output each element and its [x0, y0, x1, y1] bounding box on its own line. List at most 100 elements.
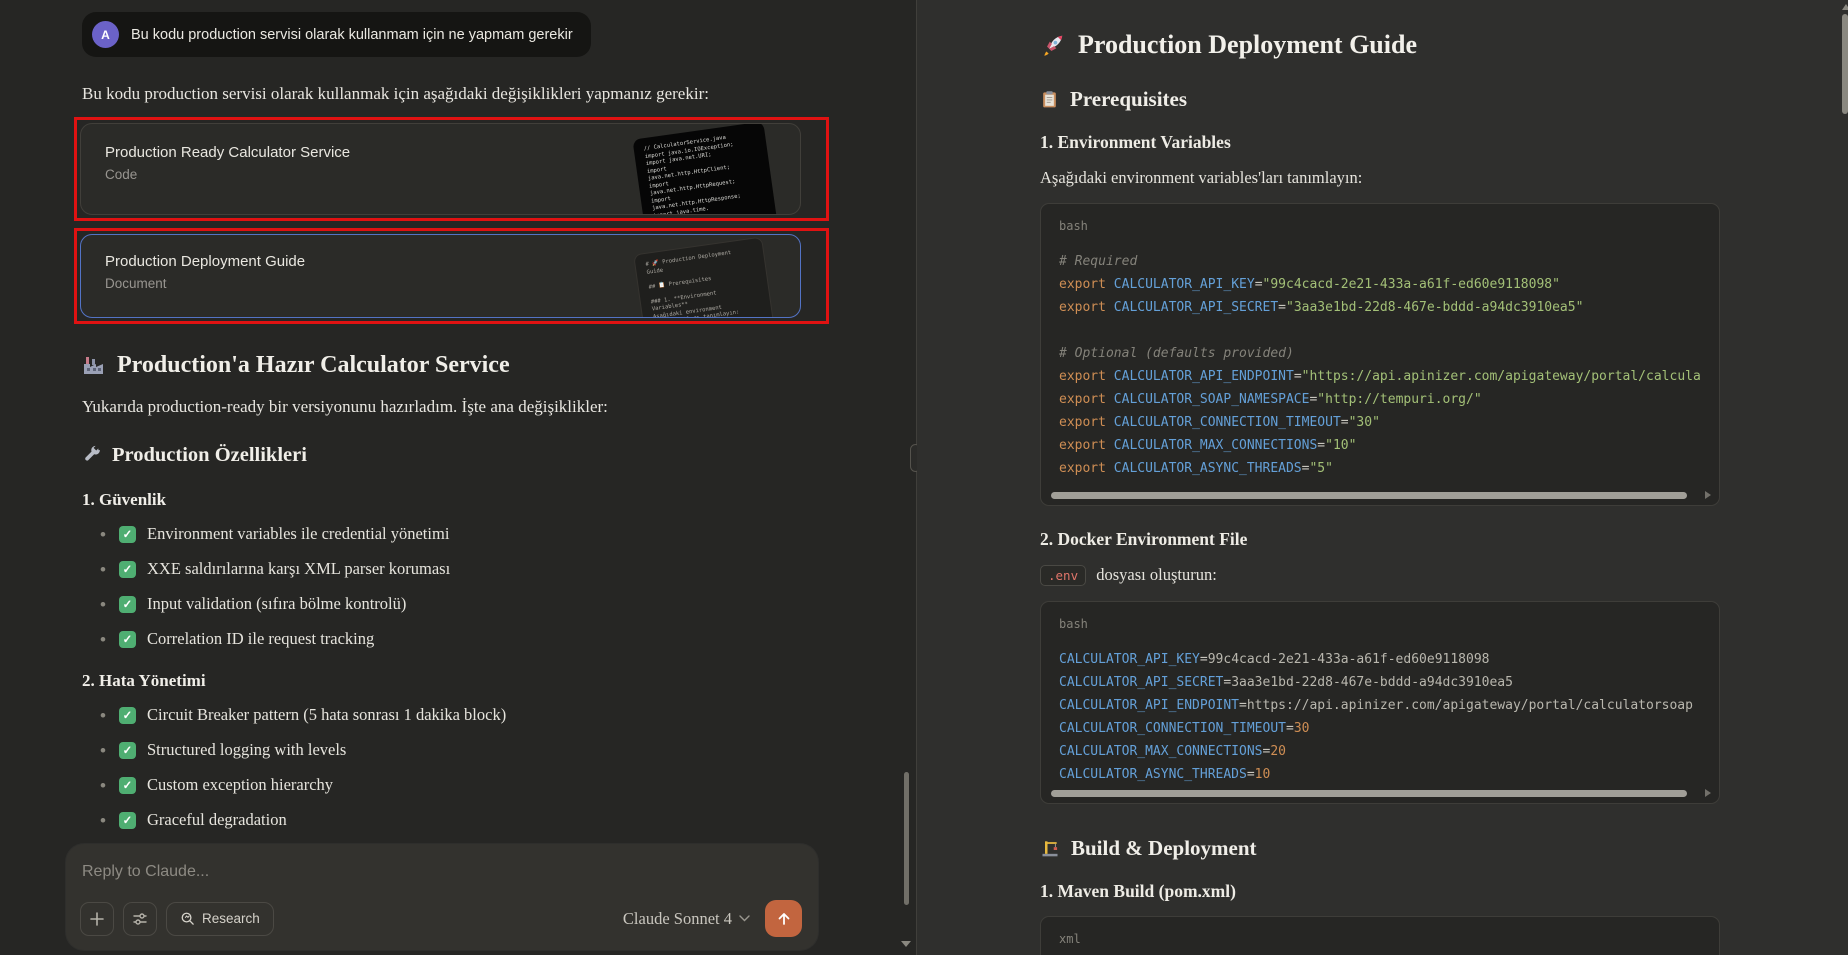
user-message-bubble: A Bu kodu production servisi olarak kull…	[82, 12, 591, 57]
check-icon: ✓	[119, 707, 136, 724]
feature-list-item: • ✓ XXE saldırılarına karşı XML parser kor…	[100, 559, 834, 579]
feature-item-text: XXE saldırılarına karşı XML parser korum…	[147, 559, 450, 579]
artifact-card-document[interactable]: Production Deployment Guide Document # 🚀…	[80, 234, 801, 318]
response-paragraph: Yukarıda production-ready bir versiyonun…	[82, 394, 834, 420]
check-icon: ✓	[119, 596, 136, 613]
chevron-down-icon	[739, 915, 750, 922]
code-language-label: bash	[1059, 617, 1701, 631]
artifact-scrollbar-thumb[interactable]	[1842, 14, 1848, 114]
feature-list-item: •✓Correlation ID ile request tracking	[100, 629, 834, 649]
check-icon: ✓	[119, 742, 136, 759]
bullet-dot: •	[100, 561, 108, 578]
send-button[interactable]	[765, 900, 802, 937]
sliders-icon	[132, 911, 148, 927]
clipboard-icon	[1040, 90, 1059, 109]
artifact-card-code[interactable]: Production Ready Calculator Service Code…	[80, 123, 801, 215]
feature-section-heading: 1. Güvenlik	[82, 488, 834, 512]
env-file-inline-code: .env	[1040, 565, 1086, 586]
build-deployment-heading: Build & Deployment	[1040, 834, 1720, 862]
check-icon: ✓	[119, 812, 136, 829]
code-hscrollbar-thumb[interactable]	[1051, 790, 1687, 797]
annotation-box-code-card: Production Ready Calculator Service Code…	[74, 117, 829, 221]
feature-list-item: • ✓ Graceful degradation	[100, 810, 834, 830]
check-icon: ✓	[119, 526, 136, 543]
model-selector-label: Claude Sonnet 4	[623, 909, 732, 929]
features-heading: Production Özellikleri	[82, 442, 834, 468]
code-language-label: bash	[1059, 219, 1701, 233]
code-content: # Required export CALCULATOR_API_KEY="99…	[1059, 250, 1701, 480]
assistant-intro-text: Bu kodu production servisi olarak kullan…	[82, 84, 834, 104]
feature-item-text: Circuit Breaker pattern (5 hata sonrası …	[147, 705, 506, 725]
user-avatar: A	[92, 21, 119, 48]
check-icon: ✓	[119, 777, 136, 794]
maven-build-heading: 1. Maven Build (pom.xml)	[1040, 879, 1720, 903]
features-heading-text: Production Özellikleri	[112, 442, 307, 468]
factory-icon	[82, 353, 106, 377]
code-thumbnail: // CalculatorService.javaimport java.io.…	[632, 123, 779, 215]
env-variables-heading: 1. Environment Variables	[1040, 130, 1720, 154]
bullet-dot: •	[100, 707, 108, 724]
feature-list-item: • ✓ Input validation (sıfıra bölme kontrol…	[100, 594, 834, 614]
bullet-dot: •	[100, 812, 108, 829]
bullet-dot: •	[100, 777, 108, 794]
research-button[interactable]: Research	[166, 902, 274, 936]
artifact-scrollbar-up-arrow-icon[interactable]	[1842, 4, 1848, 10]
feature-list: • ✓ Circuit Breaker pattern (5 hata sonras…	[74, 705, 834, 830]
feature-section-heading: 2. Hata Yönetimi	[82, 669, 834, 693]
plus-icon	[89, 911, 105, 927]
feature-item-text: Environment variables ile credential yön…	[147, 524, 449, 544]
research-magnifier-icon	[180, 911, 195, 926]
artifact-title: Production Deployment Guide	[1040, 28, 1720, 62]
chat-scrollbar-down-arrow-icon[interactable]	[901, 941, 911, 947]
check-icon: ✓	[119, 561, 136, 578]
env-variables-paragraph: Aşağıdaki environment variables'ları tan…	[1040, 166, 1720, 190]
code-language-label: xml	[1059, 932, 1701, 946]
docker-env-paragraph: .env dosyası oluşturun:	[1040, 563, 1720, 588]
feature-item-text: Custom exception hierarchy	[147, 775, 333, 795]
artifact-title-text: Production Deployment Guide	[1078, 28, 1417, 62]
code-block-env-file: bash CALCULATOR_API_KEY=99c4cacd-2e21-43…	[1040, 601, 1720, 804]
prerequisites-heading: Prerequisites	[1040, 85, 1720, 113]
response-heading-text: Production'a Hazır Calculator Service	[117, 350, 510, 380]
feature-item-text: Input validation (sıfıra bölme kontrolü)	[147, 594, 406, 614]
code-block-maven: xml	[1040, 916, 1720, 955]
bullet-dot: •	[100, 742, 108, 759]
artifact-panel: Production Deployment Guide Prerequisite…	[917, 0, 1848, 955]
tools-button[interactable]	[123, 902, 157, 936]
chat-panel: A Bu kodu production servisi olarak kull…	[0, 0, 916, 955]
response-heading: Production'a Hazır Calculator Service	[82, 350, 834, 380]
build-deployment-heading-text: Build & Deployment	[1071, 834, 1257, 862]
feature-list: • ✓ Environment variables ile credential y…	[74, 524, 834, 649]
arrow-up-icon	[776, 911, 792, 927]
feature-list-item: • ✓ Circuit Breaker pattern (5 hata sonras…	[100, 705, 834, 725]
code-content: CALCULATOR_API_KEY=99c4cacd-2e21-433a-a6…	[1059, 648, 1701, 786]
annotation-box-document-card: Production Deployment Guide Document # 🚀…	[74, 228, 829, 324]
docker-env-paragraph-text: dosyası oluşturun:	[1092, 565, 1217, 584]
feature-list-item: • ✓ Structured logging with levels	[100, 740, 834, 760]
bullet-dot: •	[100, 596, 108, 613]
reply-input[interactable]: Reply to Claude...	[66, 844, 818, 881]
wrench-icon	[82, 445, 102, 465]
code-hscrollbar-right-arrow-icon[interactable]	[1705, 789, 1711, 797]
feature-item-text: Graceful degradation	[147, 810, 287, 830]
code-hscrollbar-thumb[interactable]	[1051, 492, 1687, 499]
composer: Reply to Claude...	[66, 844, 818, 950]
rocket-icon	[1040, 32, 1066, 58]
user-message-text: Bu kodu production servisi olarak kullan…	[131, 27, 573, 43]
document-thumbnail: # 🚀 Production DeploymentGuide ## 📋 Prer…	[633, 236, 777, 318]
feature-list-item: • ✓ Environment variables ile credential y…	[100, 524, 834, 544]
prerequisites-heading-text: Prerequisites	[1070, 85, 1187, 113]
check-icon: ✓	[119, 631, 136, 648]
crane-icon	[1040, 838, 1060, 858]
code-block-env-exports: bash # Required export CALCULATOR_API_KE…	[1040, 203, 1720, 506]
add-attachment-button[interactable]	[80, 902, 114, 936]
docker-env-heading: 2. Docker Environment File	[1040, 527, 1720, 551]
research-button-label: Research	[202, 911, 260, 926]
chat-scrollbar-thumb[interactable]	[904, 772, 909, 905]
feature-item-text: Structured logging with levels	[147, 740, 346, 760]
feature-list-item: • ✓ Custom exception hierarchy	[100, 775, 834, 795]
bullet-dot: •	[100, 526, 108, 543]
bullet-dot: •	[100, 631, 108, 648]
code-hscrollbar-right-arrow-icon[interactable]	[1705, 491, 1711, 499]
model-selector[interactable]: Claude Sonnet 4	[623, 909, 750, 929]
